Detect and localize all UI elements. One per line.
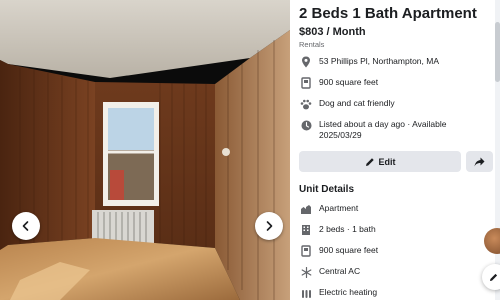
- unit-row-rooms: 2 beds · 1 bath: [299, 224, 489, 236]
- square-feet-icon: [299, 245, 313, 257]
- unit-row-ac: Central AC: [299, 266, 489, 278]
- info-row-location: 53 Phillips Pl, Northampton, MA: [299, 56, 489, 68]
- chevron-right-icon: [266, 221, 273, 231]
- info-location-text: 53 Phillips Pl, Northampton, MA: [319, 56, 439, 66]
- heating-icon: [299, 287, 313, 299]
- share-icon: [474, 157, 485, 166]
- listing-photo: [0, 0, 290, 300]
- square-feet-icon: [299, 77, 313, 89]
- edit-button[interactable]: Edit: [299, 151, 461, 172]
- info-row-size: 900 square feet: [299, 77, 489, 89]
- listing-title: 2 Beds 1 Bath Apartment: [299, 5, 477, 22]
- apartment-icon: [299, 203, 313, 215]
- paw-icon: [299, 98, 313, 110]
- clock-icon: [299, 119, 313, 131]
- info-row-pets: Dog and cat friendly: [299, 98, 489, 110]
- snowflake-icon: [299, 266, 313, 278]
- listing-price: $803 / Month: [299, 26, 366, 38]
- compose-icon: [490, 273, 498, 281]
- edit-button-label: Edit: [378, 156, 396, 167]
- details-scrollbar[interactable]: [495, 0, 500, 300]
- info-row-listed: Listed about a day ago · Available 2025/…: [299, 119, 489, 141]
- room-photo-image: [0, 0, 290, 300]
- info-pets-text: Dog and cat friendly: [319, 98, 395, 108]
- unit-row-heating: Electric heating: [299, 287, 489, 299]
- unit-ac-text: Central AC: [319, 266, 361, 276]
- scrollbar-thumb[interactable]: [495, 22, 500, 82]
- share-button[interactable]: [466, 151, 493, 172]
- next-photo-button[interactable]: [255, 212, 283, 240]
- listing-details-panel: 2 Beds 1 Bath Apartment $803 / Month Ren…: [290, 0, 500, 300]
- previous-photo-button[interactable]: [12, 212, 40, 240]
- info-size-text: 900 square feet: [319, 77, 379, 87]
- pencil-icon: [365, 157, 374, 166]
- unit-row-size: 900 square feet: [299, 245, 489, 257]
- info-listed-text: Listed about a day ago · Available 2025/…: [319, 119, 447, 140]
- unit-type-text: Apartment: [319, 203, 359, 213]
- building-icon: [299, 224, 313, 236]
- location-pin-icon: [299, 56, 313, 68]
- unit-heating-text: Electric heating: [319, 287, 378, 297]
- unit-rooms-text: 2 beds · 1 bath: [319, 224, 376, 234]
- unit-size-text: 900 square feet: [319, 245, 379, 255]
- chevron-left-icon: [22, 221, 29, 231]
- unit-row-type: Apartment: [299, 203, 489, 215]
- unit-details-heading: Unit Details: [299, 184, 355, 195]
- listing-category: Rentals: [299, 40, 325, 49]
